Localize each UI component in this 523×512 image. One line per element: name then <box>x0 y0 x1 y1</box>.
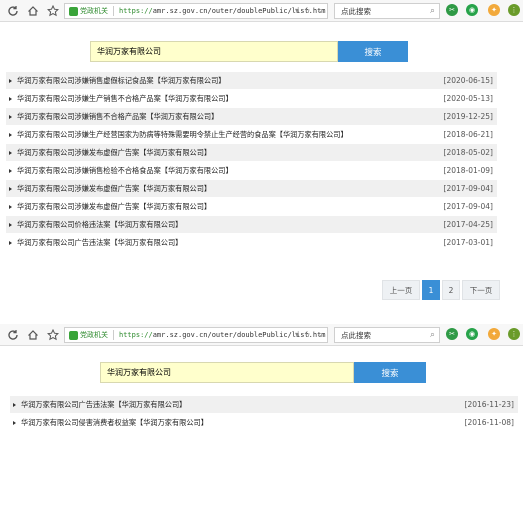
home-icon[interactable] <box>26 4 40 18</box>
prev-page-button[interactable]: 上一页 <box>382 280 420 300</box>
list-item[interactable]: 华润万家有限公司涉嫌销售检验不合格食品案【华润万家有限公司】 [2018-01-0… <box>6 162 497 180</box>
list-item[interactable]: 华润万家有限公司涉嫌销售不合格产品案【华润万家有限公司】 [2019-12-25] <box>6 108 497 126</box>
refresh-icon[interactable] <box>6 4 20 18</box>
refresh-icon[interactable] <box>6 328 20 342</box>
list-item[interactable]: 华润万家有限公司涉嫌发布虚假广告案【华润万家有限公司】 [2017-09-04] <box>6 198 497 216</box>
screenshot-panel-2: 党政机关 https://amr.sz.gov.cn/outer/doubleP… <box>0 324 523 512</box>
search-button[interactable]: 搜索 <box>338 41 408 62</box>
bullet-arrow-icon <box>9 132 12 137</box>
bullet-arrow-icon <box>9 150 12 155</box>
lightning-icon[interactable]: ϟ <box>305 330 310 339</box>
page-2-button[interactable]: 2 <box>442 280 460 300</box>
next-page-button[interactable]: 下一页 <box>462 280 500 300</box>
dropdown-icon[interactable]: ▾ <box>295 330 299 339</box>
company-search: 华润万家有限公司 搜索 <box>100 362 426 383</box>
extension-green-icon[interactable]: ◉ <box>466 4 478 16</box>
home-icon[interactable] <box>26 328 40 342</box>
scissors-icon[interactable]: ✂ <box>446 4 458 16</box>
address-bar[interactable]: 党政机关 https://amr.sz.gov.cn/outer/doubleP… <box>64 327 328 343</box>
scissors-icon[interactable]: ✂ <box>446 328 458 340</box>
bullet-arrow-icon <box>9 114 12 119</box>
browser-toolbar: 党政机关 https://amr.sz.gov.cn/outer/doubleP… <box>0 0 523 22</box>
company-search: 华润万家有限公司 搜索 <box>90 41 408 62</box>
verified-gov-badge: 党政机关 <box>69 330 108 340</box>
search-button[interactable]: 搜索 <box>354 362 426 383</box>
case-list: 华润万家有限公司涉嫌销售虚假标记食品案【华润万家有限公司】 [2020-06-15… <box>6 72 497 252</box>
extension-orange-icon[interactable]: ✦ <box>488 328 500 340</box>
company-search-input[interactable]: 华润万家有限公司 <box>90 41 338 62</box>
bullet-arrow-icon <box>9 186 12 191</box>
lightning-icon[interactable]: ϟ <box>305 6 310 15</box>
address-bar[interactable]: 党政机关 https://amr.sz.gov.cn/outer/doubleP… <box>64 3 328 19</box>
screenshot-panel-1: 党政机关 https://amr.sz.gov.cn/outer/doubleP… <box>0 0 523 312</box>
company-search-input[interactable]: 华润万家有限公司 <box>100 362 354 383</box>
browser-search-input[interactable]: 点此搜索 ⌕ <box>334 327 440 343</box>
search-icon[interactable]: ⌕ <box>430 6 435 16</box>
browser-search-input[interactable]: 点此搜索 ⌕ <box>334 3 440 19</box>
shield-icon <box>69 6 78 16</box>
extension-green-icon[interactable]: ◉ <box>466 328 478 340</box>
list-item[interactable]: 华润万家有限公司涉嫌发布虚假广告案【华润万家有限公司】 [2017-09-04] <box>6 180 497 198</box>
bullet-arrow-icon <box>9 168 12 173</box>
list-item[interactable]: 华润万家有限公司广告违法案【华润万家有限公司】 [2016-11-23] <box>10 396 518 414</box>
search-icon[interactable]: ⌕ <box>430 330 435 340</box>
list-item[interactable]: 华润万家有限公司侵害消费者权益案【华润万家有限公司】 [2016-11-08] <box>10 414 518 432</box>
list-item[interactable]: 华润万家有限公司广告违法案【华润万家有限公司】 [2017-03-01] <box>6 234 497 252</box>
list-item[interactable]: 华润万家有限公司价格违法案【华润万家有限公司】 [2017-04-25] <box>6 216 497 234</box>
bookmark-star-icon[interactable] <box>46 328 60 342</box>
bullet-arrow-icon <box>13 402 16 407</box>
extension-orange-icon[interactable]: ✦ <box>488 4 500 16</box>
bookmark-star-icon[interactable] <box>46 4 60 18</box>
extension-more-icon[interactable]: ⋮ <box>508 4 520 16</box>
shield-icon <box>69 330 78 340</box>
dropdown-icon[interactable]: ▾ <box>295 6 299 15</box>
bullet-arrow-icon <box>9 240 12 245</box>
bullet-arrow-icon <box>13 420 16 425</box>
page-1-button[interactable]: 1 <box>422 280 440 300</box>
chevron-down-icon[interactable]: ⌄ <box>316 330 323 339</box>
bullet-arrow-icon <box>9 222 12 227</box>
bullet-arrow-icon <box>9 204 12 209</box>
case-list: 华润万家有限公司广告违法案【华润万家有限公司】 [2016-11-23] 华润万家… <box>10 396 518 432</box>
bullet-arrow-icon <box>9 96 12 101</box>
browser-toolbar: 党政机关 https://amr.sz.gov.cn/outer/doubleP… <box>0 324 523 346</box>
list-item[interactable]: 华润万家有限公司涉嫌销售虚假标记食品案【华润万家有限公司】 [2020-06-15… <box>6 72 497 90</box>
verified-gov-badge: 党政机关 <box>69 6 108 16</box>
extension-more-icon[interactable]: ⋮ <box>508 328 520 340</box>
list-item[interactable]: 华润万家有限公司涉嫌发布虚假广告案【华润万家有限公司】 [2018-05-02] <box>6 144 497 162</box>
bullet-arrow-icon <box>9 78 12 83</box>
list-item[interactable]: 华润万家有限公司涉嫌生产经营国家为防病等特殊需要明令禁止生产经营的食品案【华润万… <box>6 126 497 144</box>
chevron-down-icon[interactable]: ⌄ <box>316 6 323 15</box>
list-item[interactable]: 华润万家有限公司涉嫌生产销售不合格产品案【华润万家有限公司】 [2020-05-1… <box>6 90 497 108</box>
pagination: 上一页 1 2 下一页 <box>382 280 500 300</box>
